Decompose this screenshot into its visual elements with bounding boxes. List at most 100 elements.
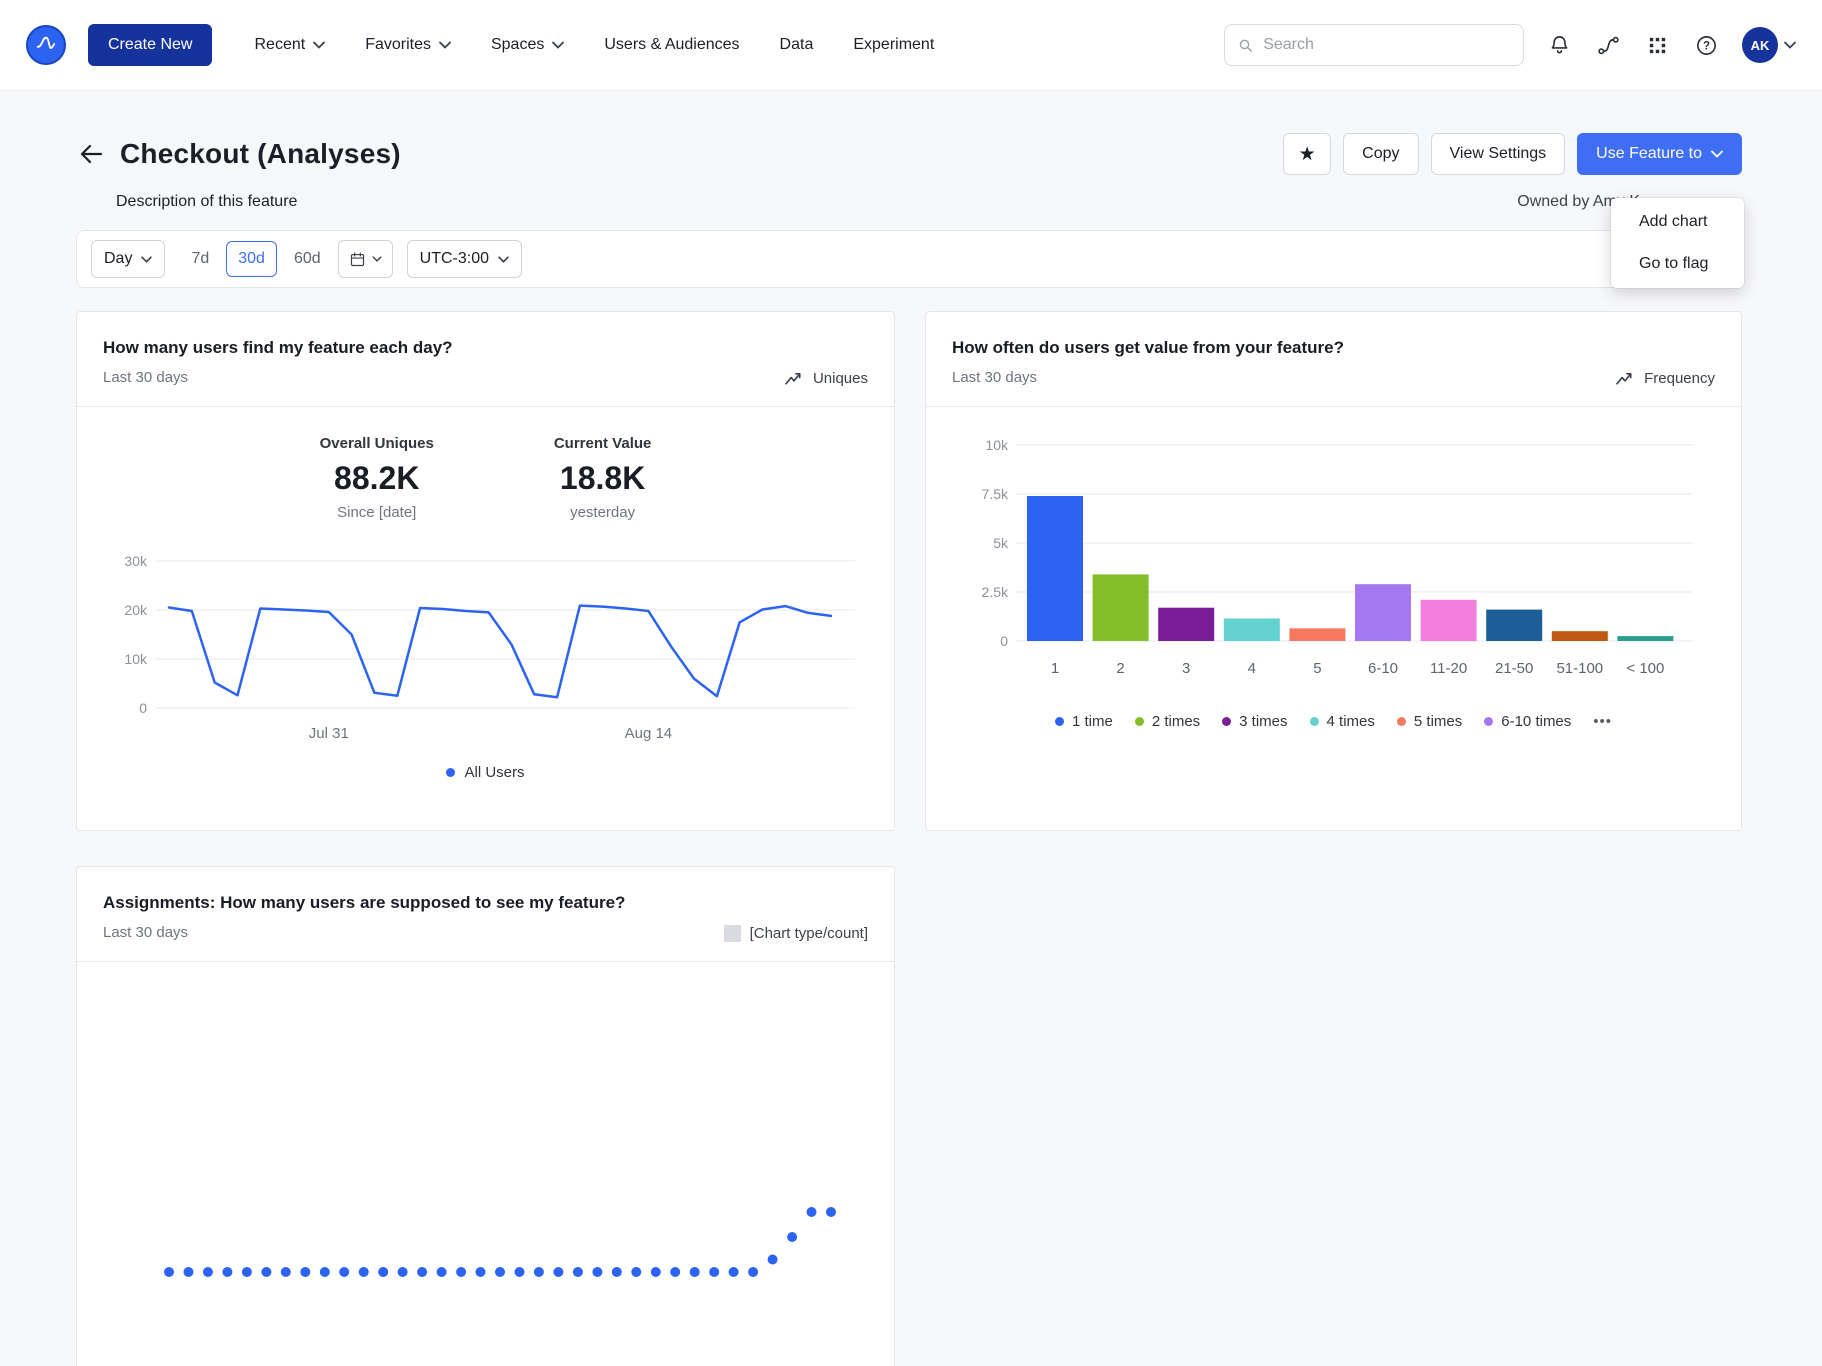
help-icon: ? xyxy=(1695,34,1718,57)
stat-label: Overall Uniques xyxy=(320,435,434,452)
legend-dot xyxy=(1222,717,1231,726)
create-new-button[interactable]: Create New xyxy=(88,24,212,66)
stat-current-value: Current Value 18.8K yesterday xyxy=(554,435,652,521)
nav-item-favorites[interactable]: Favorites xyxy=(365,36,451,54)
uniques-legend[interactable]: All Users xyxy=(77,764,894,781)
svg-text:2.5k: 2.5k xyxy=(982,584,1009,600)
legend-item[interactable]: 6-10 times xyxy=(1484,713,1571,730)
frequency-card: How often do users get value from your f… xyxy=(925,311,1742,831)
assignments-card-header: Assignments: How many users are supposed… xyxy=(77,867,894,961)
timezone-value: UTC-3:00 xyxy=(420,250,489,268)
nav-item-label: Spaces xyxy=(491,36,544,54)
custom-date-select[interactable] xyxy=(338,240,393,278)
legend-item[interactable]: 3 times xyxy=(1222,713,1287,730)
search-input[interactable] xyxy=(1263,36,1511,54)
svg-text:11-20: 11-20 xyxy=(1430,660,1467,677)
legend-item[interactable]: 4 times xyxy=(1310,713,1375,730)
calendar-icon xyxy=(349,251,366,268)
legend-more-button[interactable]: ••• xyxy=(1593,713,1612,730)
menu-item-add-chart[interactable]: Add chart xyxy=(1611,201,1744,243)
use-feature-button[interactable]: Use Feature to xyxy=(1577,133,1742,175)
use-feature-label: Use Feature to xyxy=(1596,145,1702,163)
stat-overall-uniques: Overall Uniques 88.2K Since [date] xyxy=(320,435,434,521)
notifications-button[interactable] xyxy=(1546,32,1573,59)
stat-caption: Since [date] xyxy=(320,504,434,521)
apps-grid-icon xyxy=(1646,34,1669,57)
nav-item-spaces[interactable]: Spaces xyxy=(491,36,564,54)
nav-item-label: Experiment xyxy=(853,36,934,54)
journeys-button[interactable] xyxy=(1595,32,1622,59)
divider xyxy=(77,406,894,407)
nav-item-label: Recent xyxy=(254,36,305,54)
legend-item[interactable]: 5 times xyxy=(1397,713,1462,730)
nav-item-label: Users & Audiences xyxy=(604,36,739,54)
page-header: Checkout (Analyses) ★ Copy View Settings… xyxy=(76,133,1742,175)
back-button[interactable] xyxy=(76,140,106,168)
svg-text:10k: 10k xyxy=(985,437,1009,453)
menu-item-go-to-flag[interactable]: Go to flag xyxy=(1611,243,1744,285)
stat-caption: yesterday xyxy=(554,504,652,521)
nav-item-recent[interactable]: Recent xyxy=(254,36,325,54)
chevron-down-icon xyxy=(1711,150,1723,158)
stat-label: Current Value xyxy=(554,435,652,452)
apps-grid-button[interactable] xyxy=(1644,32,1671,59)
legend-label: 1 time xyxy=(1072,713,1113,730)
favorite-button[interactable]: ★ xyxy=(1283,133,1331,175)
chart-type-label-frequency[interactable]: Frequency xyxy=(1616,370,1715,387)
legend-label: 6-10 times xyxy=(1501,713,1571,730)
uniques-stats: Overall Uniques 88.2K Since [date] Curre… xyxy=(77,435,894,521)
chart-type-label-assignments[interactable]: [Chart type/count] xyxy=(724,925,868,942)
amplitude-logo[interactable] xyxy=(26,25,66,65)
main-content: Checkout (Analyses) ★ Copy View Settings… xyxy=(0,133,1822,1366)
chart-type-label-uniques[interactable]: Uniques xyxy=(785,370,868,387)
granularity-select[interactable]: Day xyxy=(91,240,165,278)
nav-item-data[interactable]: Data xyxy=(780,36,814,54)
svg-text:6-10: 6-10 xyxy=(1368,660,1398,677)
range-60d-button[interactable]: 60d xyxy=(282,241,333,277)
header-actions: ★ Copy View Settings Use Feature to xyxy=(1283,133,1742,175)
nav-item-label: Data xyxy=(780,36,814,54)
chevron-down-icon xyxy=(313,41,325,49)
nav-item-users-audiences[interactable]: Users & Audiences xyxy=(604,36,739,54)
frequency-bar-chart[interactable]: 02.5k5k7.5k10k123456-1011-2021-5051-100<… xyxy=(952,427,1717,687)
legend-label: 3 times xyxy=(1239,713,1287,730)
cards-row-bottom: Assignments: How many users are supposed… xyxy=(76,831,1742,1366)
granularity-value: Day xyxy=(104,250,132,268)
filter-bar: Day 7d 30d 60d UTC-3:00 xyxy=(76,230,1742,288)
assignments-card: Assignments: How many users are supposed… xyxy=(76,866,895,1366)
nav-right-group: ? AK xyxy=(1224,24,1796,66)
legend-dot xyxy=(1055,717,1064,726)
legend-label: 4 times xyxy=(1327,713,1375,730)
svg-text:51-100: 51-100 xyxy=(1556,660,1603,677)
account-menu[interactable]: AK xyxy=(1742,27,1796,63)
svg-text:5: 5 xyxy=(1313,660,1321,677)
legend-item[interactable]: 2 times xyxy=(1135,713,1200,730)
chart-type-text: [Chart type/count] xyxy=(750,925,868,942)
feature-description: Description of this feature xyxy=(116,193,297,211)
nav-item-experiment[interactable]: Experiment xyxy=(853,36,934,54)
card-title: How often do users get value from your f… xyxy=(952,338,1715,358)
chevron-down-icon xyxy=(498,256,509,263)
help-button[interactable]: ? xyxy=(1693,32,1720,59)
svg-text:3: 3 xyxy=(1182,660,1190,677)
svg-text:5k: 5k xyxy=(993,535,1009,551)
svg-text:30k: 30k xyxy=(124,553,148,569)
copy-button[interactable]: Copy xyxy=(1343,133,1418,175)
legend-item[interactable]: 1 time xyxy=(1055,713,1113,730)
chart-type-text: Uniques xyxy=(813,370,868,387)
uniques-line-chart[interactable]: 010k20k30kJul 31Aug 14 xyxy=(103,531,870,746)
svg-text:4: 4 xyxy=(1248,660,1256,677)
back-arrow-icon xyxy=(78,142,104,166)
assignments-scatter-chart[interactable] xyxy=(103,962,870,1342)
timezone-select[interactable]: UTC-3:00 xyxy=(407,240,522,278)
range-30d-button[interactable]: 30d xyxy=(226,241,277,277)
card-title: Assignments: How many users are supposed… xyxy=(103,893,868,913)
page-subheader: Description of this feature Owned by Amy… xyxy=(76,193,1742,211)
search-box[interactable] xyxy=(1224,24,1524,66)
view-settings-button[interactable]: View Settings xyxy=(1431,133,1566,175)
legend-label: 2 times xyxy=(1152,713,1200,730)
range-7d-button[interactable]: 7d xyxy=(179,241,221,277)
svg-text:< 100: < 100 xyxy=(1626,660,1664,677)
svg-text:2: 2 xyxy=(1116,660,1124,677)
chevron-down-icon xyxy=(372,256,382,262)
